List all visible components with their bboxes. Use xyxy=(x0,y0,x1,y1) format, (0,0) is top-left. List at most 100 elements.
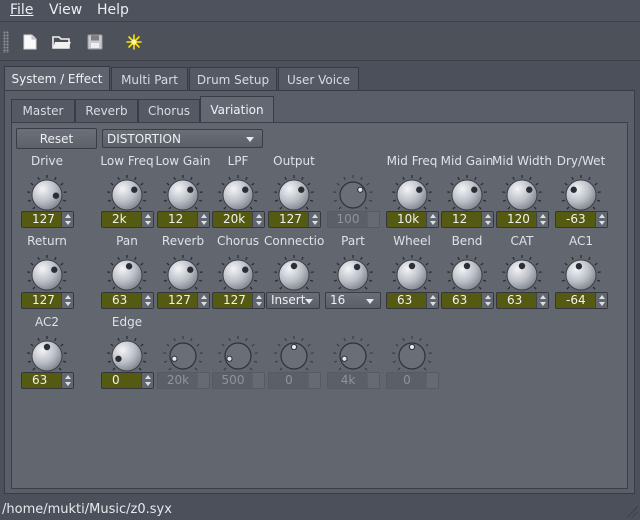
subtab-master[interactable]: Master xyxy=(11,99,75,122)
menu-file[interactable]: File xyxy=(10,2,33,18)
edge-knob[interactable] xyxy=(105,335,149,375)
lpf-knob[interactable] xyxy=(216,174,260,214)
arrow-down-icon[interactable] xyxy=(540,221,546,225)
arrow-down-icon[interactable] xyxy=(65,221,71,225)
mid-freq-knob[interactable] xyxy=(390,174,434,214)
dry-wet-spinbox[interactable]: -63 xyxy=(555,211,608,228)
ac2-knob[interactable] xyxy=(25,335,69,375)
arrow-up-icon[interactable] xyxy=(256,295,262,299)
output-knob[interactable] xyxy=(272,174,316,214)
pan-spinbox[interactable]: 63 xyxy=(101,292,154,309)
spin-arrows-icon[interactable] xyxy=(536,212,548,227)
dry-wet-knob[interactable] xyxy=(559,174,603,214)
spin-arrows-icon[interactable] xyxy=(308,212,320,227)
arrow-down-icon[interactable] xyxy=(485,302,491,306)
spin-arrows-icon[interactable] xyxy=(197,212,209,227)
arrow-down-icon[interactable] xyxy=(145,302,151,306)
mid-width-spinbox[interactable]: 120 xyxy=(496,211,549,228)
spin-arrows-icon[interactable] xyxy=(61,212,73,227)
mid-gain-knob[interactable] xyxy=(445,174,489,214)
arrow-down-icon[interactable] xyxy=(65,382,71,386)
arrow-down-icon[interactable] xyxy=(256,221,262,225)
spin-arrows-icon[interactable] xyxy=(252,212,264,227)
cat-spinbox[interactable]: 63 xyxy=(496,292,549,309)
spin-arrows-icon[interactable] xyxy=(536,293,548,308)
mid-freq-spinbox[interactable]: 10k xyxy=(386,211,439,228)
tab-user-voice[interactable]: User Voice xyxy=(278,67,359,91)
low-gain-spinbox[interactable]: 12 xyxy=(157,211,210,228)
spin-arrows-icon[interactable] xyxy=(481,212,493,227)
arrow-down-icon[interactable] xyxy=(312,221,318,225)
bend-spinbox[interactable]: 63 xyxy=(441,292,494,309)
connection-select[interactable]: Insert xyxy=(266,292,320,309)
arrow-up-icon[interactable] xyxy=(540,214,546,218)
arrow-down-icon[interactable] xyxy=(145,221,151,225)
spin-arrows-icon[interactable] xyxy=(595,212,607,227)
arrow-up-icon[interactable] xyxy=(485,214,491,218)
open-button[interactable] xyxy=(49,29,75,55)
ac2-spinbox[interactable]: 63 xyxy=(21,372,74,389)
return-knob[interactable] xyxy=(25,254,69,294)
subtab-reverb[interactable]: Reverb xyxy=(75,99,138,122)
menu-help[interactable]: Help xyxy=(97,2,129,18)
arrow-down-icon[interactable] xyxy=(599,221,605,225)
output-spinbox[interactable]: 127 xyxy=(268,211,321,228)
chorus-knob[interactable] xyxy=(216,254,260,294)
arrow-up-icon[interactable] xyxy=(599,214,605,218)
menu-view[interactable]: View xyxy=(49,2,82,18)
starburst-button[interactable] xyxy=(121,29,147,55)
ac1-spinbox[interactable]: -64 xyxy=(555,292,608,309)
spin-arrows-icon[interactable] xyxy=(595,293,607,308)
reverb-knob[interactable] xyxy=(161,254,205,294)
arrow-up-icon[interactable] xyxy=(201,214,207,218)
low-gain-knob[interactable] xyxy=(161,174,205,214)
spin-arrows-icon[interactable] xyxy=(61,373,73,388)
arrow-down-icon[interactable] xyxy=(540,302,546,306)
arrow-up-icon[interactable] xyxy=(145,214,151,218)
connection-knob[interactable] xyxy=(272,254,316,294)
arrow-up-icon[interactable] xyxy=(201,295,207,299)
drive-knob[interactable] xyxy=(25,174,69,214)
arrow-up-icon[interactable] xyxy=(65,214,71,218)
arrow-down-icon[interactable] xyxy=(201,302,207,306)
spin-arrows-icon[interactable] xyxy=(141,293,153,308)
edge-spinbox[interactable]: 0 xyxy=(101,372,154,389)
chorus-spinbox[interactable]: 127 xyxy=(212,292,265,309)
drive-spinbox[interactable]: 127 xyxy=(21,211,74,228)
spin-arrows-icon[interactable] xyxy=(426,293,438,308)
arrow-down-icon[interactable] xyxy=(599,302,605,306)
save-button[interactable] xyxy=(82,29,108,55)
resize-grip-icon[interactable] xyxy=(626,506,638,518)
arrow-up-icon[interactable] xyxy=(256,214,262,218)
tab-multi-part[interactable]: Multi Part xyxy=(111,67,188,91)
arrow-down-icon[interactable] xyxy=(485,221,491,225)
tab-system-effect[interactable]: System / Effect xyxy=(4,66,110,91)
spin-arrows-icon[interactable] xyxy=(141,373,153,388)
arrow-up-icon[interactable] xyxy=(599,295,605,299)
spin-arrows-icon[interactable] xyxy=(61,293,73,308)
lpf-spinbox[interactable]: 20k xyxy=(212,211,265,228)
arrow-down-icon[interactable] xyxy=(256,302,262,306)
arrow-down-icon[interactable] xyxy=(201,221,207,225)
spin-arrows-icon[interactable] xyxy=(197,293,209,308)
arrow-up-icon[interactable] xyxy=(65,295,71,299)
low-freq-knob[interactable] xyxy=(105,174,149,214)
arrow-up-icon[interactable] xyxy=(540,295,546,299)
toolbar-grip[interactable] xyxy=(3,31,9,53)
part-select[interactable]: 16 xyxy=(325,292,381,309)
return-spinbox[interactable]: 127 xyxy=(21,292,74,309)
spin-arrows-icon[interactable] xyxy=(481,293,493,308)
arrow-up-icon[interactable] xyxy=(430,295,436,299)
mid-width-knob[interactable] xyxy=(500,174,544,214)
spin-arrows-icon[interactable] xyxy=(252,293,264,308)
spin-arrows-icon[interactable] xyxy=(141,212,153,227)
arrow-up-icon[interactable] xyxy=(65,375,71,379)
arrow-down-icon[interactable] xyxy=(430,302,436,306)
wheel-knob[interactable] xyxy=(390,254,434,294)
cat-knob[interactable] xyxy=(500,254,544,294)
part-knob[interactable] xyxy=(331,254,375,294)
subtab-variation[interactable]: Variation xyxy=(200,96,274,123)
arrow-up-icon[interactable] xyxy=(430,214,436,218)
subtab-chorus[interactable]: Chorus xyxy=(138,99,200,122)
tab-drum-setup[interactable]: Drum Setup xyxy=(189,67,277,91)
